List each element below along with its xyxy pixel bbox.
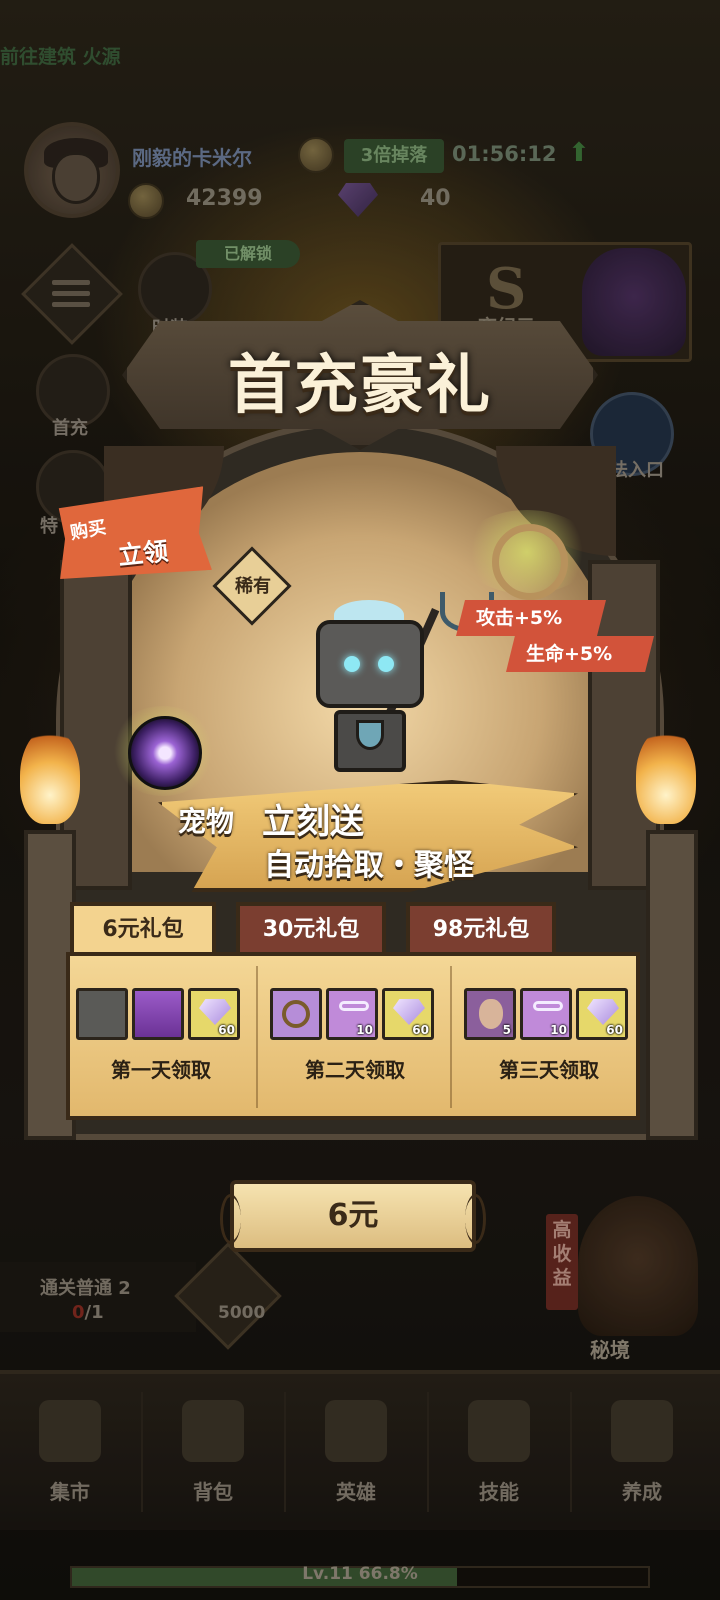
popup-title: 首充豪礼 (228, 348, 492, 423)
diamond-shape (587, 999, 619, 1025)
item-count: 60 (606, 1023, 623, 1037)
day-divider (450, 966, 452, 1108)
pet-banner-feature: 自动拾取・聚怪 (264, 848, 474, 883)
item-count: 10 (356, 1023, 373, 1037)
day-divider (256, 966, 258, 1108)
ring-icon (492, 524, 568, 600)
pet-head (316, 620, 424, 708)
day3-label: 第三天领取 (499, 1058, 599, 1082)
rarity-text: 稀有 (235, 576, 271, 597)
flame-icon (636, 728, 696, 824)
right-torch-pillar (646, 830, 698, 1140)
diamond-shape (199, 999, 231, 1025)
shield-icon (356, 720, 384, 750)
attack-stat-tag: 攻击+5% (456, 600, 606, 636)
pet-banner-instant: 立刻送 (262, 802, 364, 842)
day2-label: 第二天领取 (305, 1058, 405, 1082)
diamond-icon[interactable]: 60 (382, 988, 434, 1040)
tab-6-yuan[interactable]: 6元礼包 (70, 902, 216, 958)
item-count: 60 (218, 1023, 235, 1037)
pet-eye (378, 656, 394, 672)
key-shape (339, 1001, 369, 1011)
item-count: 60 (412, 1023, 429, 1037)
mask-icon[interactable]: 5 (464, 988, 516, 1040)
ring-shape (282, 1000, 310, 1028)
purchase-button[interactable]: 6元 (220, 1180, 486, 1252)
key-icon[interactable]: 10 (520, 988, 572, 1040)
item-count: 5 (502, 1023, 511, 1037)
key-shape (533, 1001, 563, 1011)
vortex-orb-icon (128, 716, 202, 790)
skill-book-icon[interactable] (132, 988, 184, 1040)
item-count: 10 (550, 1023, 567, 1037)
diamond-icon[interactable]: 60 (576, 988, 628, 1040)
mask-shape (479, 999, 503, 1029)
diamond-icon[interactable]: 60 (188, 988, 240, 1040)
pet-eye (344, 656, 360, 672)
pet-character (316, 600, 426, 780)
pet-banner-pet: 宠物 (178, 805, 235, 838)
ring-icon[interactable] (270, 988, 322, 1040)
tab-30-yuan[interactable]: 30元礼包 (236, 902, 386, 952)
diamond-shape (393, 999, 425, 1025)
flame-icon (20, 728, 80, 824)
pet-icon[interactable] (76, 988, 128, 1040)
key-icon[interactable]: 10 (326, 988, 378, 1040)
buy-tag-line2: 立领 (116, 536, 170, 571)
day1-label: 第一天领取 (111, 1058, 211, 1082)
hp-stat-tag: 生命+5% (506, 636, 654, 672)
tab-98-yuan[interactable]: 98元礼包 (406, 902, 556, 952)
